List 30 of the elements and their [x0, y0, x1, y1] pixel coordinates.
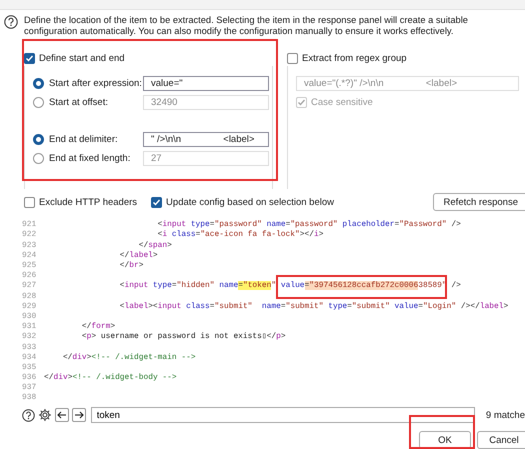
option-label: Case sensitive: [311, 97, 373, 108]
match-count: 9 matche: [486, 410, 525, 421]
checkbox[interactable]: [151, 196, 162, 208]
option-label: Update config based on selection below: [166, 196, 334, 208]
checkbox[interactable]: [24, 52, 35, 64]
checkbox[interactable]: [287, 52, 298, 64]
group-label: Define start and end: [39, 52, 125, 64]
highlight-frame: [409, 415, 475, 449]
checkbox[interactable]: [24, 196, 35, 208]
left-arrow-icon: [56, 411, 67, 420]
settings-icon[interactable]: [38, 408, 52, 422]
description-text: Define the location of the item to be extracted. Selecting the item in the response panel will create a suitable configuration automatically. You can also modify the configuration manually to ensure it works effectively.: [24, 15, 469, 37]
radio-button[interactable]: [33, 134, 44, 146]
refetch-button[interactable]: Refetch response: [432, 193, 525, 212]
group-label: Extract from regex group: [302, 52, 407, 64]
option-label: Start at offset:: [49, 97, 108, 108]
option-label: End at delimiter:: [49, 134, 118, 146]
option-field[interactable]: value=": [143, 76, 269, 92]
option-label: End at fixed length:: [49, 153, 130, 164]
search-field[interactable]: token: [90, 407, 475, 424]
next-button[interactable]: [72, 408, 86, 422]
radio-button[interactable]: [33, 78, 44, 90]
previous-button[interactable]: [54, 408, 69, 422]
right-arrow-icon: [74, 411, 84, 420]
help-icon: [22, 408, 35, 422]
option-field[interactable]: " />\n\n <label>: [143, 132, 269, 148]
dialog-button[interactable]: Cancel: [477, 431, 525, 449]
option-label: Start after expression:: [49, 78, 142, 90]
option-label: Exclude HTTP headers: [39, 196, 138, 208]
help-icon: [4, 15, 18, 29]
